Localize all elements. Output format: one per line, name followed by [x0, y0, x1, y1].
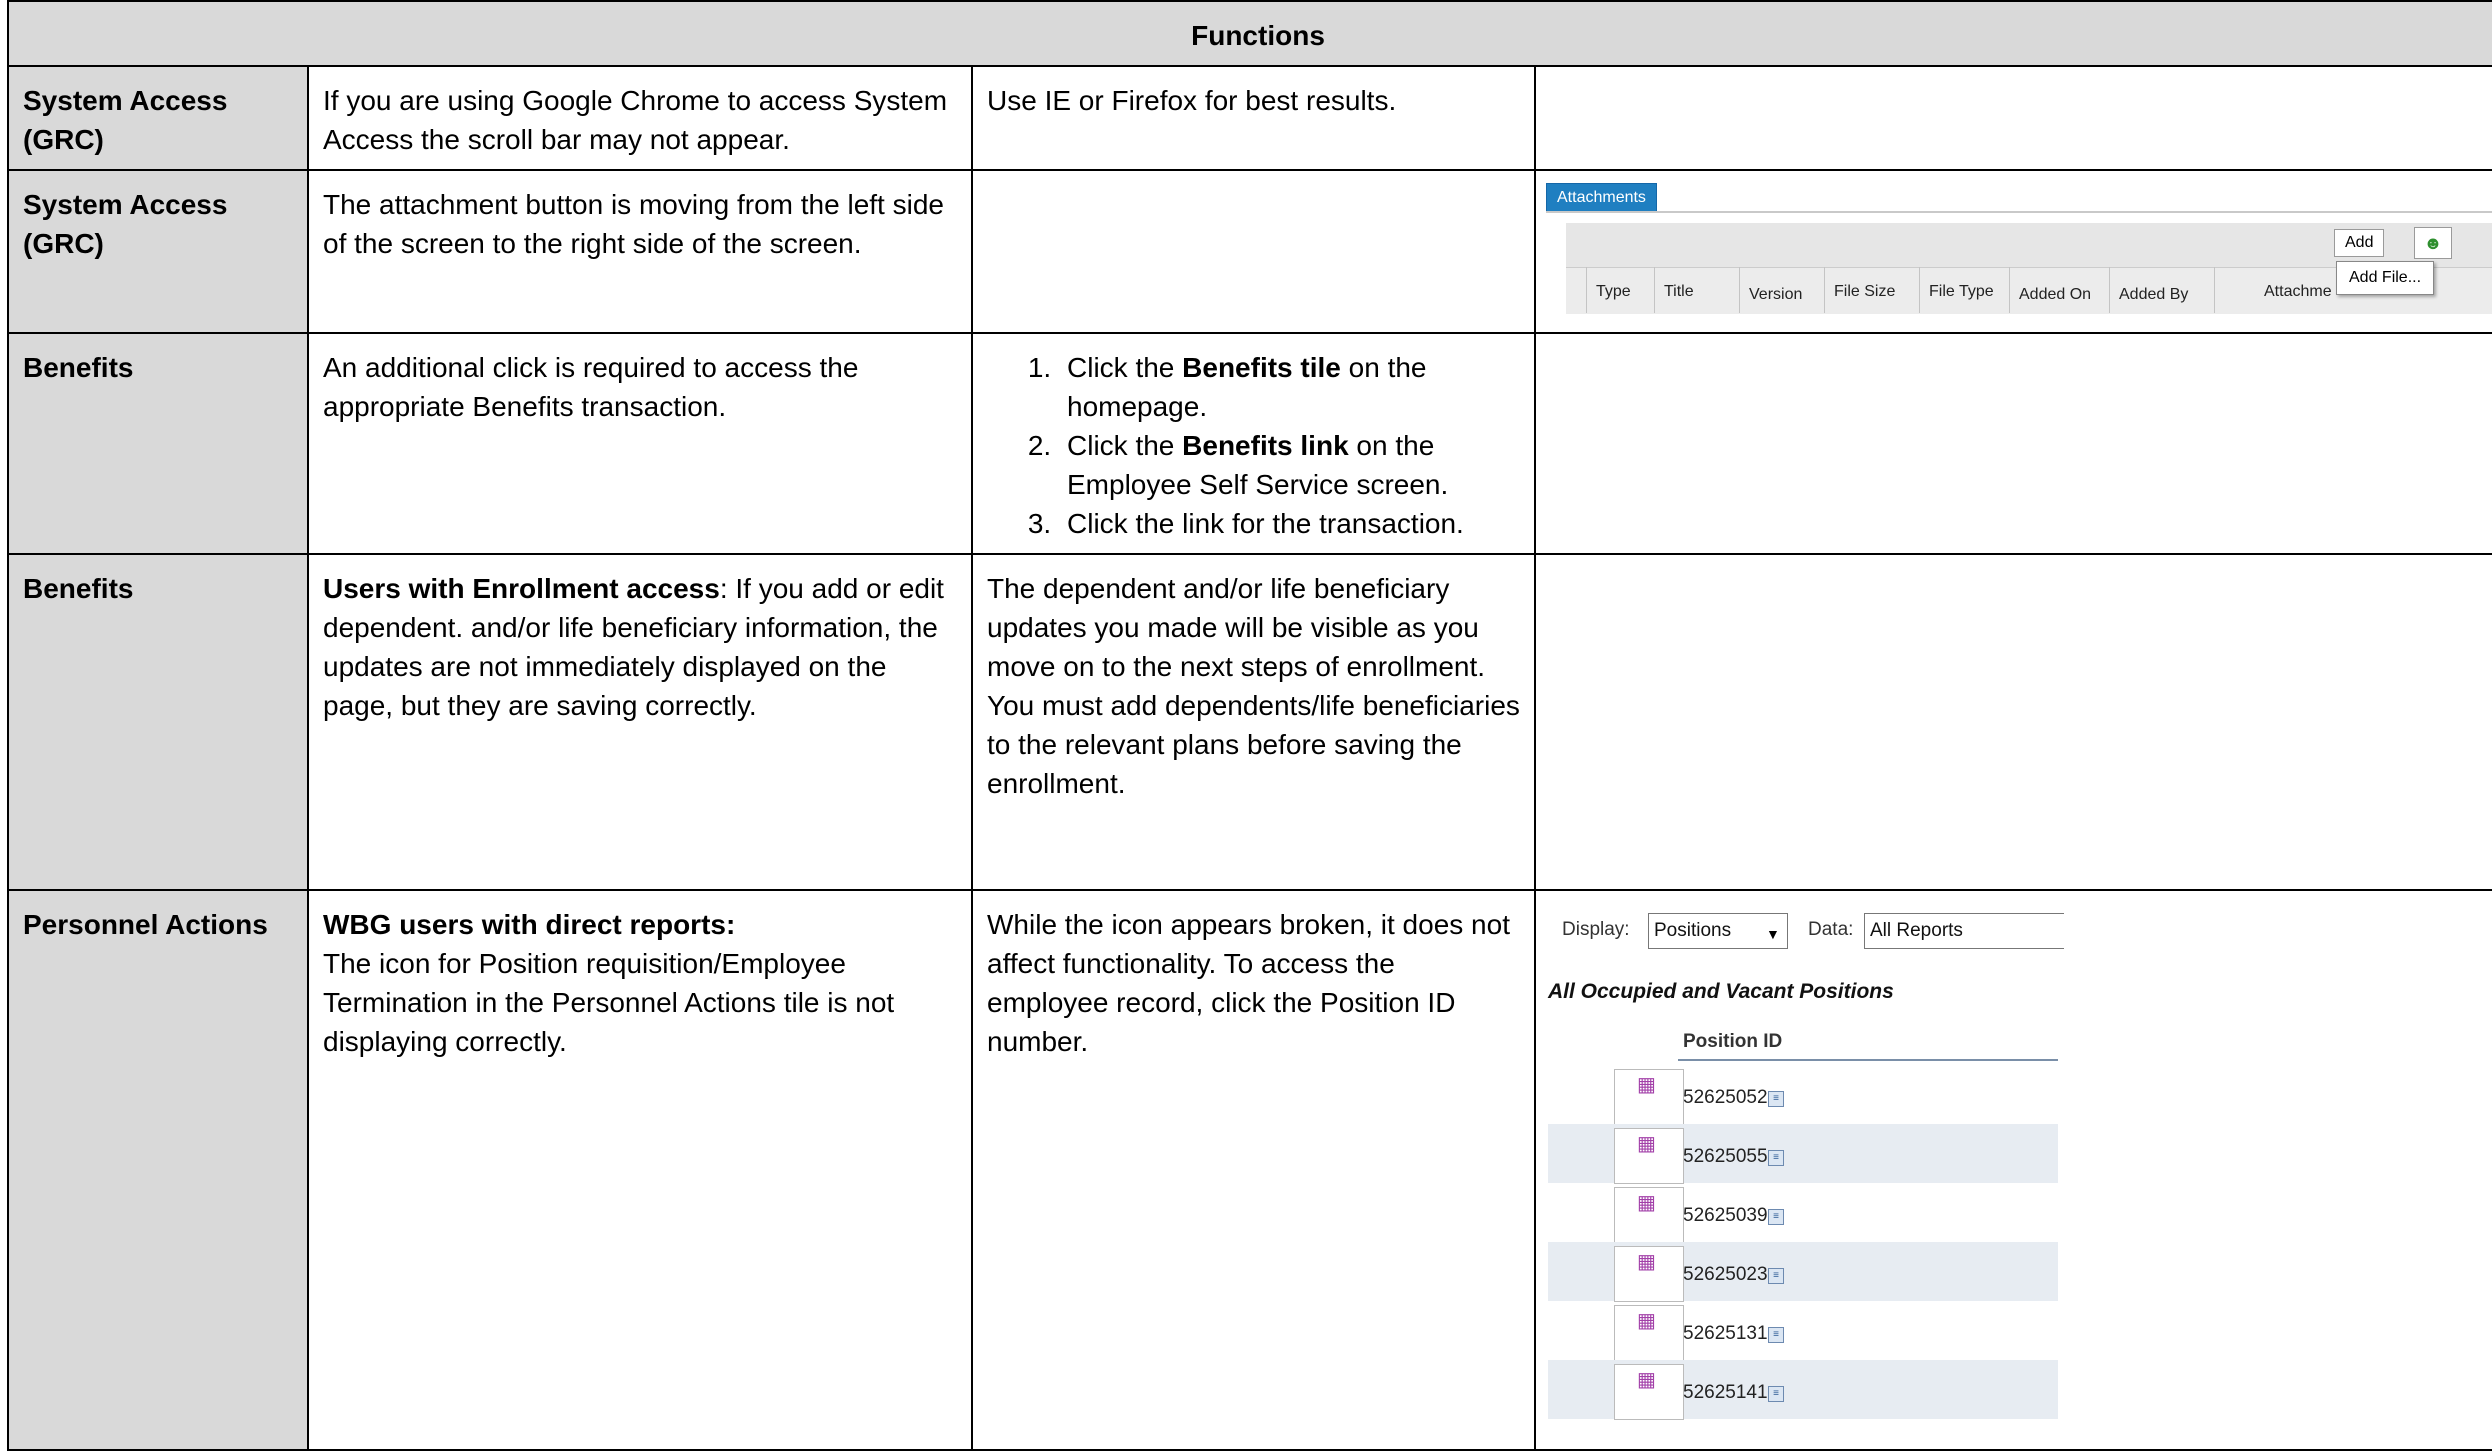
broken-image-icon: ▦	[1614, 1069, 1684, 1125]
positions-screenshot: Display: Positions ▼ Data: All Reports A…	[1548, 911, 2064, 1431]
chevron-down-icon: ▼	[1766, 926, 1780, 942]
function-cell: System Access (GRC)	[7, 169, 309, 334]
details-icon: ≡	[1768, 1150, 1784, 1166]
workaround-cell: While the icon appears broken, it does n…	[971, 889, 1536, 1451]
table-header: Functions	[6, 0, 2492, 67]
table-row: System Access (GRC) The attachment butto…	[7, 167, 2492, 334]
list-item: ▦ 52625055 ≡	[1548, 1124, 2058, 1184]
display-label: Display:	[1562, 919, 1630, 940]
workaround-cell	[971, 169, 1536, 334]
column-version: Version	[1749, 286, 1803, 303]
position-id: 52625055	[1683, 1146, 1768, 1167]
column-separator	[1586, 267, 1587, 313]
data-select: All Reports	[1864, 913, 2064, 949]
column-separator	[2009, 267, 2010, 313]
column-separator	[1654, 267, 1655, 313]
column-separator	[1739, 267, 1740, 313]
position-id: 52625023	[1683, 1264, 1768, 1285]
list-item: ▦ 52625052 ≡	[1548, 1065, 2058, 1125]
position-id: 52625131	[1683, 1323, 1768, 1344]
screenshot-cell	[1533, 553, 2492, 891]
header-divider	[1678, 1059, 2058, 1061]
screenshot-cell: Display: Positions ▼ Data: All Reports A…	[1533, 889, 2492, 1451]
step-item: Click the link for the transaction.	[1059, 504, 1520, 543]
list-item: ▦ 52625131 ≡	[1548, 1301, 2058, 1361]
issue-cell: WBG users with direct reports: The icon f…	[307, 889, 973, 1451]
column-file-size: File Size	[1834, 283, 1896, 300]
workaround-cell: Click the Benefits tile on the homepage.…	[971, 332, 1536, 555]
attachments-tab: Attachments	[1546, 183, 1657, 213]
column-separator	[2109, 267, 2110, 313]
table-row: System Access (GRC) If you are using Goo…	[7, 65, 2492, 171]
user-edit-icon: ☻	[2414, 227, 2452, 259]
details-icon: ≡	[1768, 1091, 1784, 1107]
column-file-type: File Type	[1929, 283, 1994, 300]
column-separator	[2214, 267, 2215, 313]
column-type: Type	[1596, 283, 1631, 300]
position-id: 52625052	[1683, 1087, 1768, 1108]
function-cell: Benefits	[7, 553, 309, 891]
positions-title: All Occupied and Vacant Positions	[1548, 980, 1894, 1003]
position-id: 52625141	[1683, 1382, 1768, 1403]
add-file-menu-item: Add File...	[2336, 261, 2435, 295]
details-icon: ≡	[1768, 1209, 1784, 1225]
column-added-by: Added By	[2119, 286, 2189, 303]
list-item: ▦ 52625039 ≡	[1548, 1183, 2058, 1243]
list-item: ▦ 52625023 ≡	[1548, 1242, 2058, 1302]
attachments-screenshot: Attachments Add ☻ Type Title Version Fil…	[1534, 167, 2492, 317]
issue-cell: The attachment button is moving from the…	[307, 169, 973, 334]
workaround-cell: The dependent and/or life beneficiary up…	[971, 553, 1536, 891]
details-icon: ≡	[1768, 1327, 1784, 1343]
screenshot-cell	[1533, 65, 2492, 171]
step-item: Click the Benefits tile on the homepage.	[1059, 348, 1520, 426]
function-cell: Benefits	[7, 332, 309, 555]
screenshot-cell	[1533, 332, 2492, 555]
column-added-on: Added On	[2019, 286, 2092, 303]
column-attachment: Attachme	[2264, 283, 2332, 300]
broken-image-icon: ▦	[1614, 1128, 1684, 1184]
column-separator	[1919, 267, 1920, 313]
issue-cell: An additional click is required to acces…	[307, 332, 973, 555]
add-button: Add	[2334, 229, 2385, 257]
position-id-header: Position ID	[1683, 1031, 1783, 1052]
details-icon: ≡	[1768, 1386, 1784, 1402]
broken-image-icon: ▦	[1614, 1246, 1684, 1302]
screenshot-cell: Attachments Add ☻ Type Title Version Fil…	[1533, 167, 2492, 334]
issue-cell: If you are using Google Chrome to access…	[307, 65, 973, 171]
list-item: ▦ 52625141 ≡	[1548, 1360, 2058, 1420]
data-label: Data:	[1808, 919, 1854, 940]
workaround-cell: Use IE or Firefox for best results.	[971, 65, 1536, 171]
tab-underline	[1546, 211, 2492, 213]
step-item: Click the Benefits link on the Employee …	[1059, 426, 1520, 504]
steps-list: Click the Benefits tile on the homepage.…	[987, 348, 1520, 543]
function-cell: System Access (GRC)	[7, 65, 309, 171]
functions-table: Functions System Access (GRC) If you are…	[6, 0, 2492, 1451]
table-row: Personnel Actions WBG users with direct …	[7, 889, 2492, 1451]
position-id: 52625039	[1683, 1205, 1768, 1226]
column-separator	[1824, 267, 1825, 313]
broken-image-icon: ▦	[1614, 1305, 1684, 1361]
details-icon: ≡	[1768, 1268, 1784, 1284]
broken-image-icon: ▦	[1614, 1364, 1684, 1420]
table-row: Benefits An additional click is required…	[7, 332, 2492, 555]
broken-image-icon: ▦	[1614, 1187, 1684, 1243]
function-cell: Personnel Actions	[7, 889, 309, 1451]
issue-cell: Users with Enrollment access: If you add…	[307, 553, 973, 891]
column-title: Title	[1664, 283, 1694, 300]
table-row: Benefits Users with Enrollment access: I…	[7, 553, 2492, 891]
